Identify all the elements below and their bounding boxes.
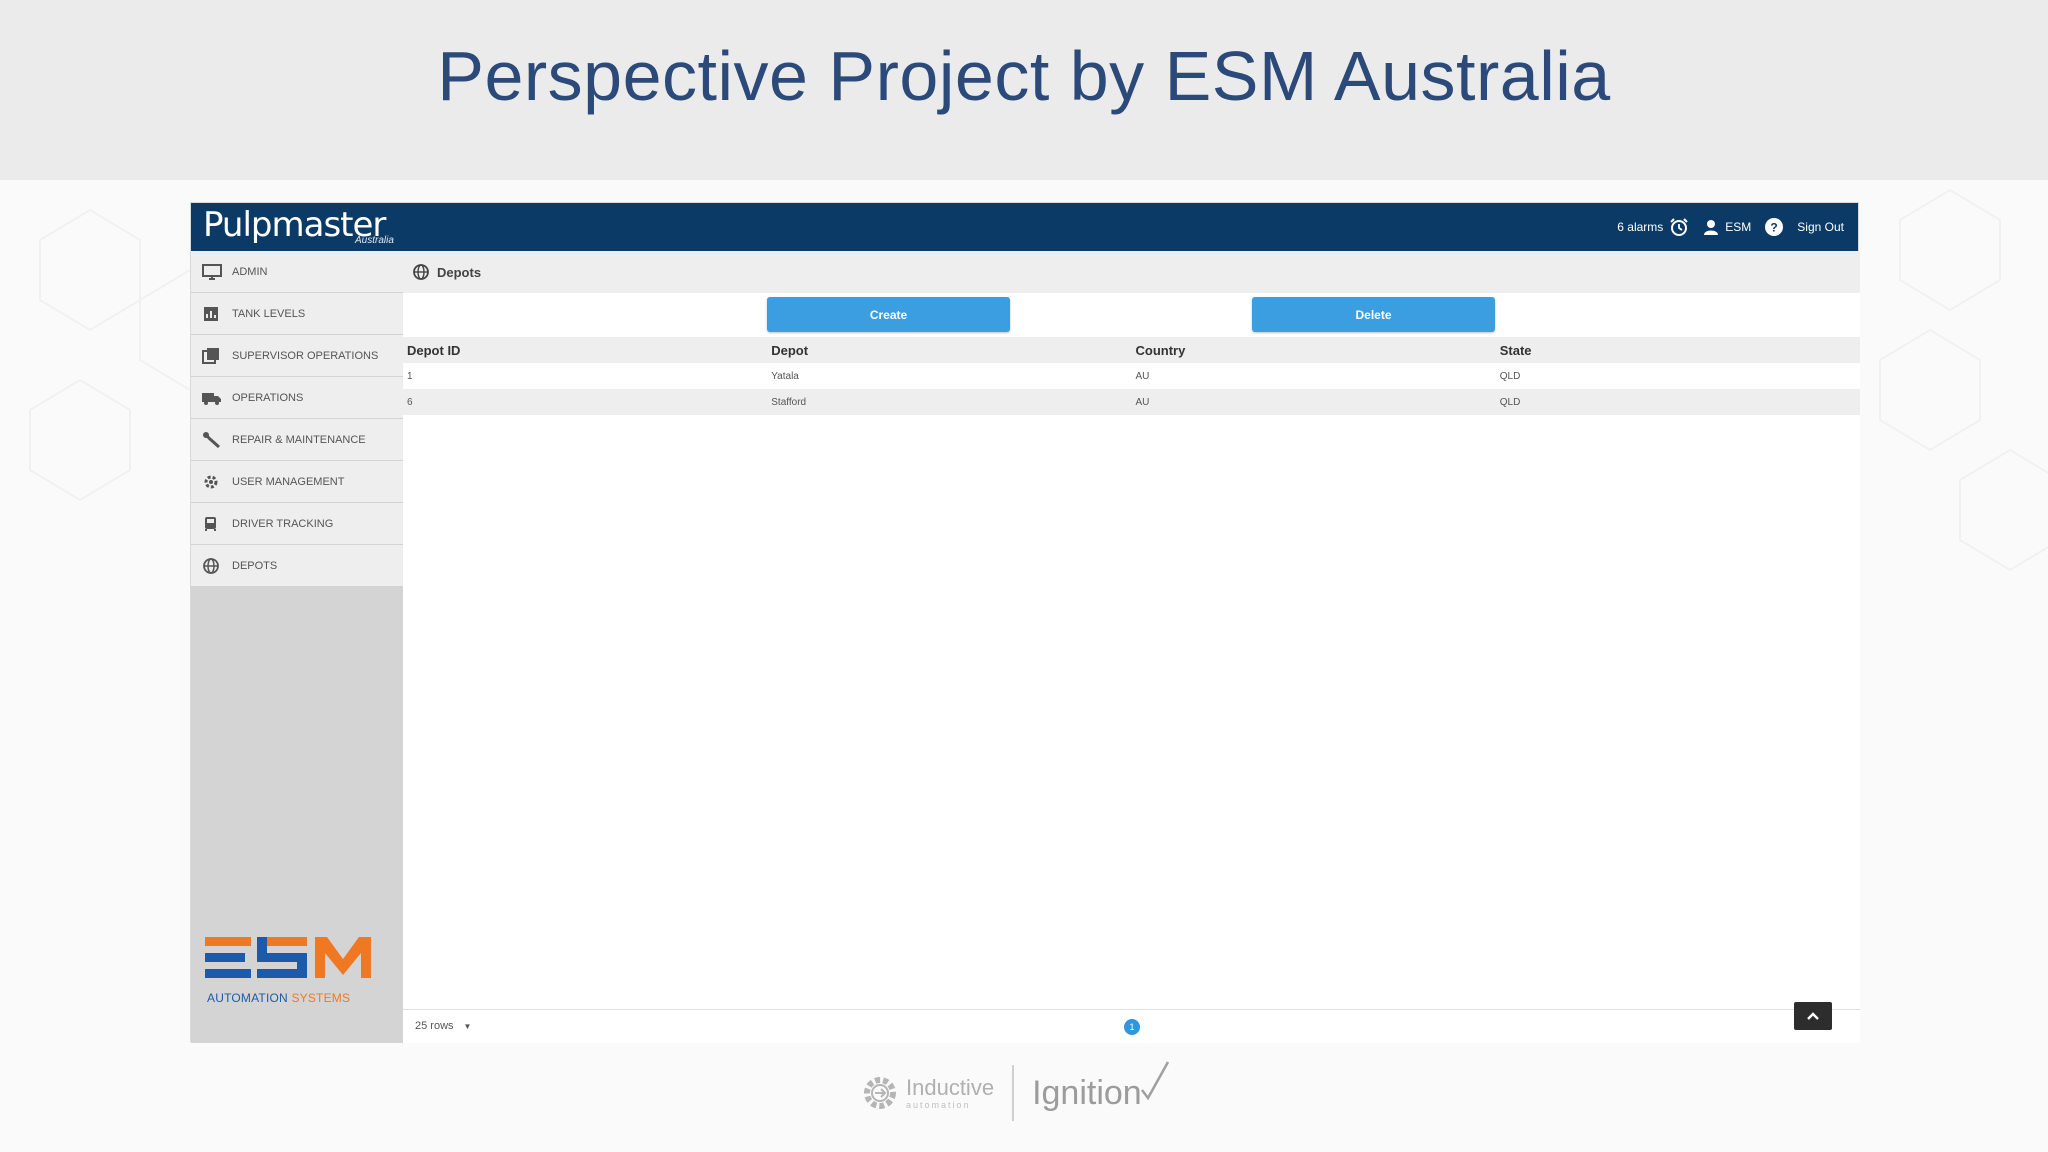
- sidebar-item-user-management[interactable]: USER MANAGEMENT: [191, 461, 403, 502]
- alarms-count: 6 alarms: [1617, 220, 1664, 234]
- inductive-name: Inductive: [906, 1074, 995, 1100]
- rows-per-page-select[interactable]: 25 rows ▼: [415, 1020, 471, 1032]
- bus-icon: [205, 516, 216, 531]
- checkmark-icon: [1140, 1060, 1169, 1100]
- column-header-depot[interactable]: Depot: [767, 343, 1131, 358]
- sidebar-item-depots[interactable]: DEPOTS: [191, 545, 403, 586]
- sidebar-item-label: TANK LEVELS: [232, 307, 306, 320]
- breadcrumb: Depots: [403, 251, 1860, 293]
- caret-down-icon: ▼: [463, 1021, 472, 1031]
- pulpmaster-logo[interactable]: Pulpmaster Australia: [203, 205, 423, 249]
- sidebar: ADMIN TANK LEVELS SUPERVISOR OPERATIONS …: [191, 251, 403, 1043]
- monitor-icon: [202, 263, 222, 280]
- depots-table: Depot ID Depot Country State 1 Yatala AU…: [403, 337, 1860, 415]
- delete-button[interactable]: Delete: [1252, 297, 1495, 332]
- alarm-clock-icon: [1670, 218, 1688, 236]
- table-cell: Stafford: [771, 396, 807, 408]
- table-cell: 1: [407, 370, 413, 382]
- table-cell: AU: [1135, 396, 1150, 408]
- table-cell: QLD: [1499, 396, 1521, 408]
- table-cell: QLD: [1499, 370, 1521, 382]
- rows-per-page-value: 25 rows: [415, 1020, 454, 1032]
- help-button[interactable]: ?: [1765, 218, 1784, 236]
- page-button-current[interactable]: 1: [1124, 1019, 1140, 1035]
- sidebar-item-label: DEPOTS: [232, 559, 278, 572]
- gear-icon: [204, 475, 218, 488]
- column-header-state[interactable]: State: [1496, 343, 1860, 358]
- sidebar-item-operations[interactable]: OPERATIONS: [191, 377, 403, 418]
- column-header-depot-id[interactable]: Depot ID: [403, 343, 767, 358]
- chevron-up-icon: [1807, 1012, 1819, 1020]
- sidebar-item-repair-maintenance[interactable]: REPAIR & MAINTENANCE: [191, 419, 403, 460]
- sidebar-item-admin[interactable]: ADMIN: [191, 251, 403, 292]
- globe-icon: [203, 557, 219, 574]
- logo-divider: [1012, 1065, 1015, 1121]
- sidebar-item-tank-levels[interactable]: TANK LEVELS: [191, 293, 403, 334]
- scroll-to-top-button[interactable]: [1794, 1002, 1832, 1030]
- ignition-logo: Ignition: [1032, 1060, 1169, 1113]
- user-icon: [1704, 220, 1719, 235]
- sign-out-link[interactable]: Sign Out: [1797, 220, 1844, 234]
- layers-icon: [202, 347, 219, 364]
- app-window: Pulpmaster Australia 6 alarms ESM ? Sign…: [190, 202, 1860, 1043]
- table-pager: 25 rows ▼ 1: [403, 1002, 1860, 1043]
- table-row[interactable]: 6 Stafford AU QLD: [403, 389, 1860, 415]
- sidebar-item-label: DRIVER TRACKING: [232, 517, 334, 530]
- main-content: Depots Create Delete Depot ID Depot Coun…: [403, 251, 1860, 1043]
- slide-title: Perspective Project by ESM Australia: [437, 37, 1611, 115]
- esm-caption-automation: AUTOMATION: [207, 991, 288, 1005]
- svg-text:?: ?: [1771, 221, 1778, 235]
- top-bar-actions: 6 alarms ESM ? Sign Out: [1617, 217, 1844, 237]
- sidebar-item-supervisor-operations[interactable]: SUPERVISOR OPERATIONS: [191, 335, 403, 376]
- sidebar-item-label: ADMIN: [232, 265, 268, 278]
- inductive-subtitle: automation: [906, 1099, 971, 1110]
- gear-icon: [864, 1077, 896, 1109]
- column-header-country[interactable]: Country: [1132, 343, 1496, 358]
- slide-header: Perspective Project by ESM Australia: [0, 0, 2048, 180]
- esm-logo-caption: AUTOMATION SYSTEMS: [207, 991, 350, 1005]
- globe-icon: [413, 264, 429, 280]
- esm-caption-systems: SYSTEMS: [291, 991, 351, 1005]
- sidebar-item-label: REPAIR & MAINTENANCE: [232, 433, 366, 446]
- user-menu[interactable]: ESM: [1703, 219, 1751, 235]
- create-button[interactable]: Create: [767, 297, 1010, 332]
- table-header: Depot ID Depot Country State: [403, 337, 1860, 363]
- page-title: Depots: [437, 264, 482, 280]
- chart-icon: [204, 306, 218, 321]
- sidebar-item-label: OPERATIONS: [232, 391, 304, 404]
- table-row[interactable]: 1 Yatala AU QLD: [403, 363, 1860, 389]
- table-cell: AU: [1135, 370, 1150, 382]
- vendor-logos: Inductive automation Ignition: [860, 1058, 1190, 1128]
- wrench-icon: [203, 431, 220, 448]
- table-cell: Yatala: [771, 370, 799, 382]
- top-bar: Pulpmaster Australia 6 alarms ESM ? Sign…: [191, 203, 1858, 251]
- sidebar-item-label: SUPERVISOR OPERATIONS: [232, 349, 379, 362]
- help-icon: ?: [1765, 218, 1784, 236]
- ignition-name: Ignition: [1032, 1073, 1142, 1112]
- sidebar-item-label: USER MANAGEMENT: [232, 475, 345, 488]
- user-name: ESM: [1725, 220, 1752, 234]
- brand-subtitle: Australia: [355, 235, 394, 246]
- action-bar: Create Delete: [403, 293, 1860, 337]
- alarms-button[interactable]: 6 alarms: [1617, 217, 1689, 237]
- truck-icon: [202, 392, 221, 405]
- sidebar-item-driver-tracking[interactable]: DRIVER TRACKING: [191, 503, 403, 544]
- inductive-automation-logo: Inductive automation: [860, 1073, 994, 1113]
- table-cell: 6: [407, 396, 413, 408]
